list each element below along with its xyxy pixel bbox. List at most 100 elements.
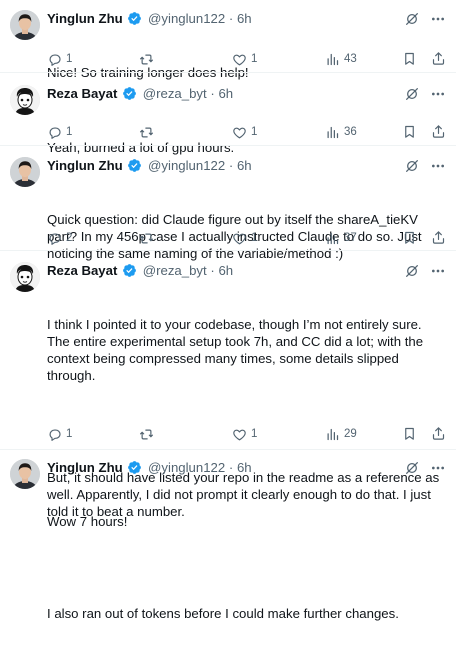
tweet-paragraph: I also ran out of tokens before I could … — [47, 606, 399, 621]
author-name[interactable]: Yinglun Zhu — [47, 11, 123, 26]
author-name[interactable]: Yinglun Zhu — [47, 460, 123, 475]
reply-button[interactable]: 1 — [47, 425, 72, 443]
reply-button[interactable]: 2 — [47, 229, 72, 247]
retweet-button[interactable] — [139, 123, 158, 141]
separator-dot: · — [228, 460, 234, 475]
divider — [0, 449, 456, 450]
like-count: 1 — [251, 53, 258, 65]
retweet-icon — [139, 427, 154, 442]
like-count: 1 — [251, 428, 258, 440]
more-icon[interactable] — [430, 158, 446, 174]
divider — [0, 250, 456, 251]
like-button[interactable]: 1 — [232, 229, 257, 247]
views-icon — [325, 231, 340, 246]
reply-count: 1 — [66, 53, 73, 65]
divider — [0, 72, 456, 73]
share-icon[interactable] — [431, 426, 446, 441]
reply-button[interactable]: 1 — [47, 123, 72, 141]
action-bar: 2 1 37 — [47, 229, 357, 247]
timestamp[interactable]: 6h — [218, 86, 233, 101]
grok-icon[interactable] — [404, 86, 420, 102]
retweet-button[interactable] — [139, 50, 158, 68]
verified-badge-icon — [122, 263, 137, 278]
like-button[interactable]: 1 — [232, 425, 257, 443]
views-count: 43 — [344, 53, 357, 65]
retweet-button[interactable] — [139, 229, 158, 247]
author-name[interactable]: Reza Bayat — [47, 86, 117, 101]
grok-icon[interactable] — [404, 11, 420, 27]
retweet-icon — [139, 52, 154, 67]
verified-badge-icon — [127, 158, 142, 173]
avatar[interactable] — [10, 459, 40, 489]
more-icon[interactable] — [430, 86, 446, 102]
share-icon[interactable] — [431, 51, 446, 66]
author-name[interactable]: Reza Bayat — [47, 263, 117, 278]
bookmark-icon[interactable] — [402, 230, 417, 245]
tweet-header: Yinglun Zhu @yinglun122 · 6h — [47, 157, 252, 175]
tweet-header: Reza Bayat @reza_byt · 6h — [47, 85, 233, 103]
verified-badge-icon — [127, 460, 142, 475]
more-icon[interactable] — [430, 11, 446, 27]
tweet-header: Reza Bayat @reza_byt · 6h — [47, 262, 233, 280]
avatar[interactable] — [10, 157, 40, 187]
avatar[interactable] — [10, 10, 40, 40]
timestamp[interactable]: 6h — [237, 460, 252, 475]
sketch-avatar-icon — [10, 262, 40, 292]
avatar[interactable] — [10, 262, 40, 292]
views-button[interactable]: 37 — [325, 229, 357, 247]
more-icon[interactable] — [430, 460, 446, 476]
verified-badge-icon — [127, 11, 142, 26]
bookmark-icon[interactable] — [402, 124, 417, 139]
person-photo-icon — [10, 157, 40, 187]
author-handle[interactable]: @reza_byt — [143, 263, 207, 278]
action-bar: 1 1 29 — [47, 425, 357, 443]
views-icon — [325, 427, 340, 442]
reply-count: 1 — [66, 126, 73, 138]
like-button[interactable]: 1 — [232, 123, 257, 141]
tweet-paragraph: Yeah, burned a lot of gpu hours. — [47, 140, 235, 155]
timestamp[interactable]: 6h — [237, 11, 252, 26]
author-handle[interactable]: @reza_byt — [143, 86, 207, 101]
timestamp[interactable]: 6h — [218, 263, 233, 278]
timestamp[interactable]: 6h — [237, 158, 252, 173]
bookmark-icon[interactable] — [402, 426, 417, 441]
like-count: 1 — [251, 232, 258, 244]
tweet-paragraph: I think I pointed it to your codebase, t… — [47, 317, 427, 383]
grok-icon[interactable] — [404, 263, 420, 279]
person-photo-icon — [10, 459, 40, 489]
retweet-icon — [139, 231, 154, 246]
reply-icon — [47, 52, 62, 67]
retweet-button[interactable] — [139, 425, 158, 443]
author-name[interactable]: Yinglun Zhu — [47, 158, 123, 173]
views-button[interactable]: 29 — [325, 425, 357, 443]
views-button[interactable]: 43 — [325, 50, 357, 68]
grok-icon[interactable] — [404, 460, 420, 476]
bookmark-icon[interactable] — [402, 51, 417, 66]
reply-button[interactable]: 1 — [47, 50, 72, 68]
share-icon[interactable] — [431, 124, 446, 139]
like-icon — [232, 52, 247, 67]
like-icon — [232, 427, 247, 442]
divider — [0, 145, 456, 146]
more-icon[interactable] — [430, 263, 446, 279]
views-icon — [325, 52, 340, 67]
sketch-avatar-icon — [10, 85, 40, 115]
reply-icon — [47, 427, 62, 442]
action-bar: 1 1 36 — [47, 123, 357, 141]
separator-dot: · — [210, 263, 215, 278]
reply-icon — [47, 125, 62, 140]
author-handle[interactable]: @yinglun122 — [148, 158, 225, 173]
retweet-icon — [139, 125, 154, 140]
share-icon[interactable] — [431, 230, 446, 245]
author-handle[interactable]: @yinglun122 — [148, 460, 225, 475]
tweet-paragraph: Wow 7 hours! — [47, 514, 128, 529]
like-button[interactable]: 1 — [232, 50, 257, 68]
avatar[interactable] — [10, 85, 40, 115]
separator-dot: · — [228, 158, 234, 173]
grok-icon[interactable] — [404, 158, 420, 174]
views-button[interactable]: 36 — [325, 123, 357, 141]
person-photo-icon — [10, 10, 40, 40]
views-icon — [325, 125, 340, 140]
author-handle[interactable]: @yinglun122 — [148, 11, 225, 26]
separator-dot: · — [228, 11, 234, 26]
